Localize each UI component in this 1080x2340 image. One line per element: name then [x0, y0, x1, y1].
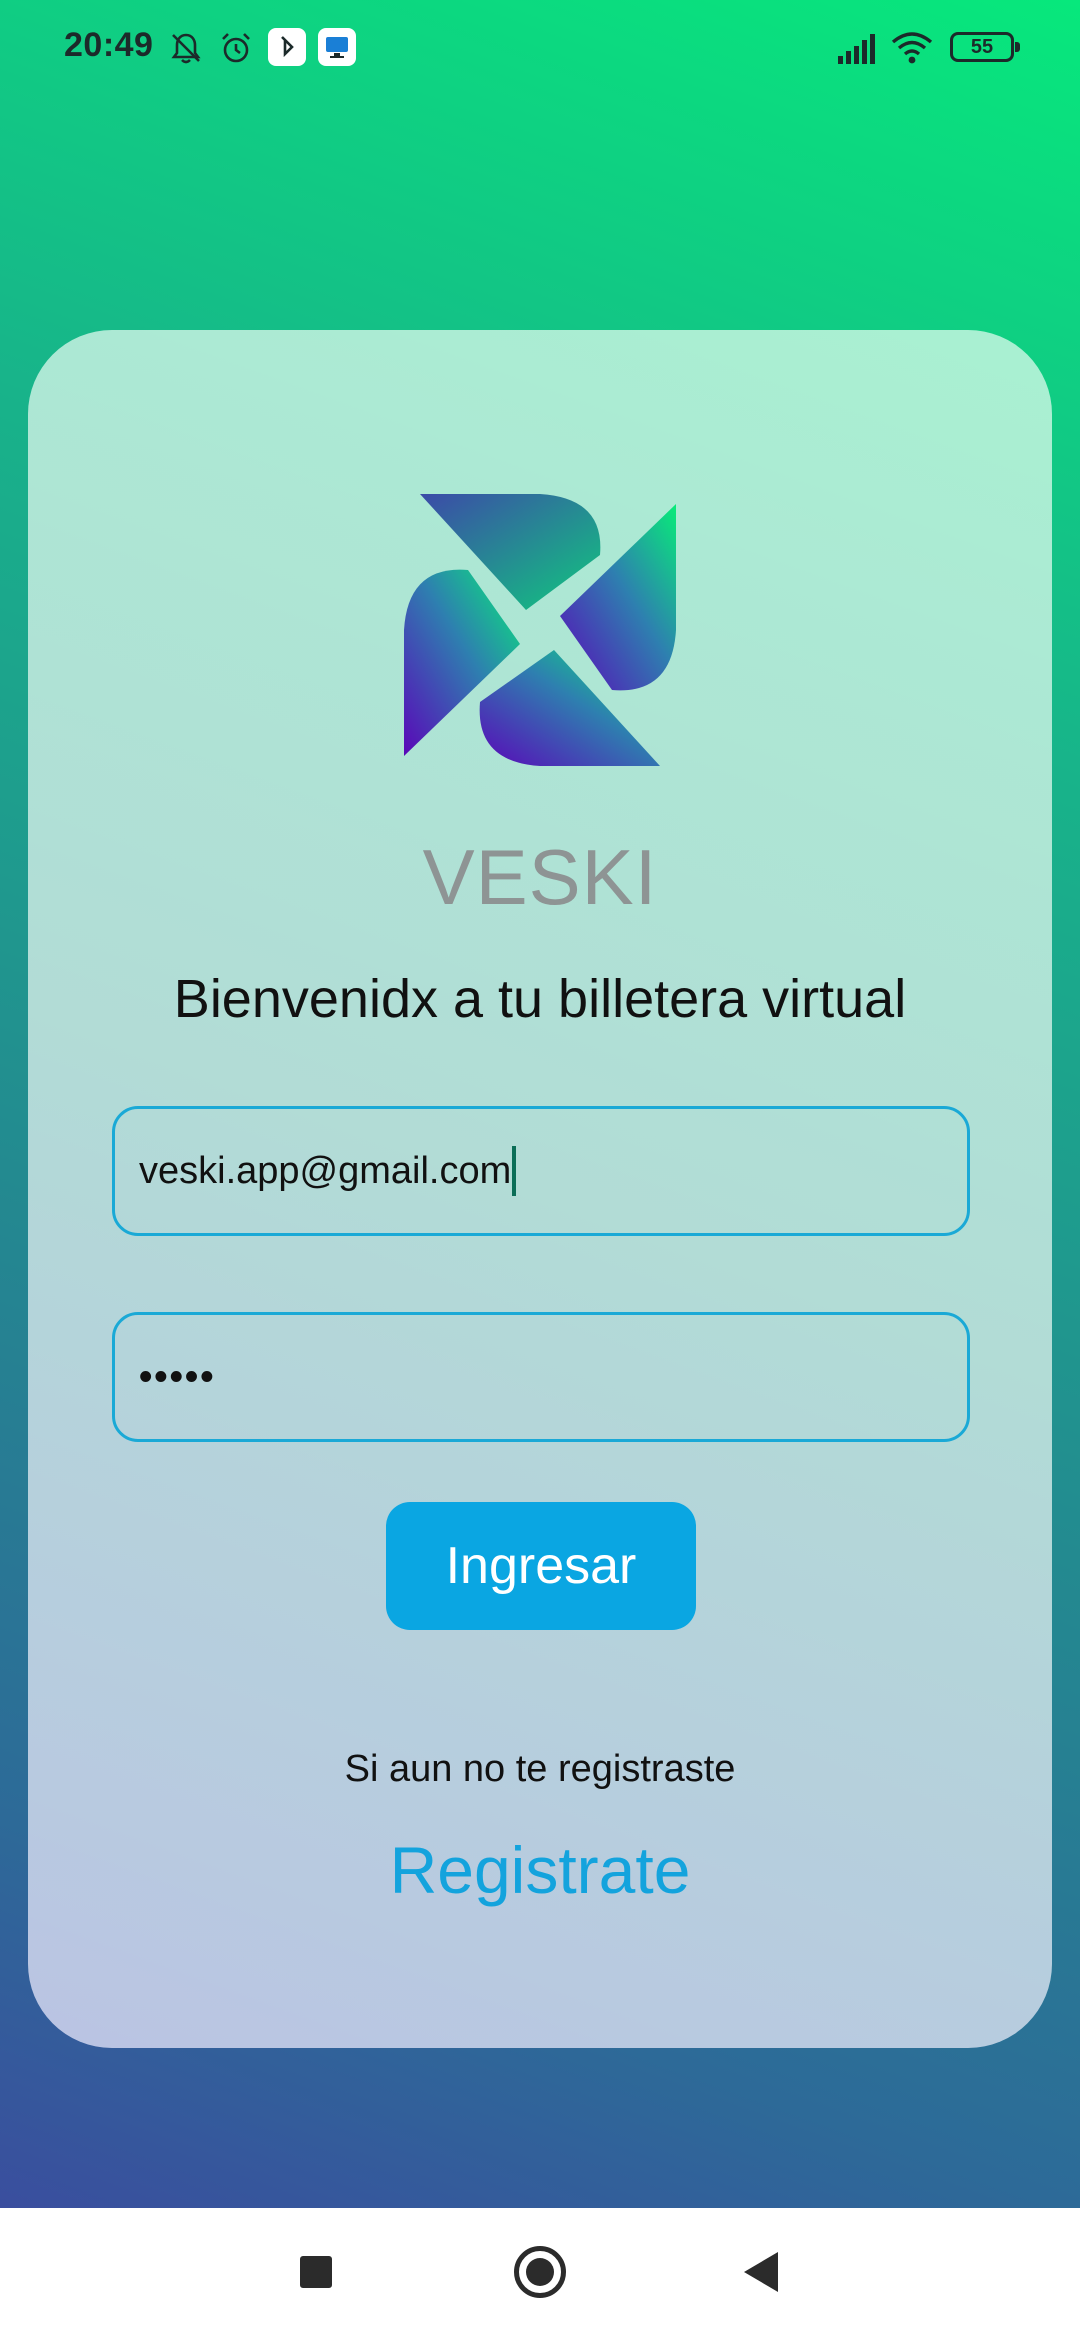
- wifi-icon: [891, 32, 933, 64]
- status-bar: 20:49 55: [0, 0, 1080, 96]
- battery-level: 55: [970, 35, 994, 58]
- register-link[interactable]: Registrate: [0, 1832, 1080, 1908]
- home-icon[interactable]: [514, 2246, 566, 2298]
- signal-icon: [838, 34, 875, 64]
- navigation-bar: [0, 2208, 1080, 2340]
- recent-apps-icon[interactable]: [300, 2256, 332, 2288]
- welcome-message: Bienvenidx a tu billetera virtual: [173, 969, 907, 1029]
- email-field[interactable]: veski.app@gmail.com: [112, 1106, 970, 1236]
- screen-icon: [318, 28, 356, 66]
- app-notification-icon: [268, 28, 306, 66]
- battery-icon: 55: [950, 32, 1020, 62]
- veski-logo: [404, 494, 676, 766]
- back-icon[interactable]: [744, 2252, 778, 2292]
- password-value: •••••: [139, 1355, 216, 1398]
- register-hint: Si aun no te registraste: [344, 1748, 736, 1790]
- status-time: 20:49: [64, 26, 154, 64]
- text-cursor: [512, 1146, 517, 1196]
- login-screen: 20:49 55 VESKI Bienvenidx a tu billetera…: [0, 0, 1080, 2208]
- email-value: veski.app@gmail.com: [139, 1149, 512, 1192]
- bell-off-icon: [171, 33, 201, 64]
- login-button[interactable]: Ingresar: [386, 1502, 696, 1630]
- app-name: VESKI: [422, 833, 658, 921]
- alarm-icon: [222, 33, 250, 63]
- password-field[interactable]: •••••: [112, 1312, 970, 1442]
